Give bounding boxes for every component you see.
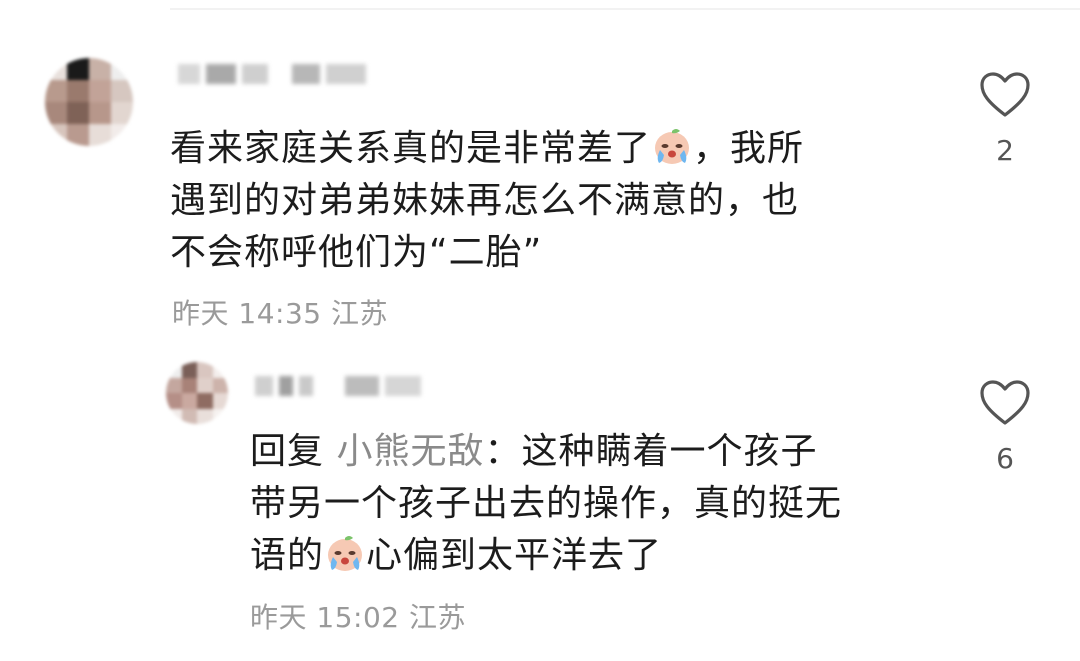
comment-text-line: ：这种瞒着一个孩子: [484, 431, 818, 472]
username-blurred[interactable]: [255, 374, 421, 398]
avatar[interactable]: [166, 362, 228, 424]
comment-text-line: 语的: [250, 535, 325, 576]
like-count: 6: [996, 442, 1014, 475]
comment-text: 看来家庭关系真的是非常差了 ，我所 遇到的对弟弟妹妹再怎么不满意的，也 不会称呼…: [170, 123, 930, 279]
comment-text-line: 遇到的对弟弟妹妹再怎么不满意的，也: [170, 180, 800, 221]
location: 江苏: [409, 601, 467, 634]
reply-text: 回复 小熊无敌：这种瞒着一个孩子 带另一个孩子出去的操作，真的挺无 语的 心偏到…: [250, 426, 950, 582]
heart-outline-icon: [980, 72, 1030, 117]
comment-text-line: 不会称呼他们为“二胎”: [170, 232, 543, 273]
timestamp: 昨天 15:02: [250, 601, 400, 634]
comment-text-line: 心偏到太平洋去了: [366, 535, 663, 576]
avatar[interactable]: [45, 58, 133, 146]
comment-meta: 昨天 15:02 江苏: [250, 596, 466, 636]
crying-peach-emoji: [652, 126, 692, 166]
comment-text-line: ，我所: [693, 128, 805, 169]
location: 江苏: [331, 297, 389, 330]
heart-outline-icon: [980, 380, 1030, 425]
comment-text-line: 看来家庭关系真的是非常差了: [170, 128, 652, 169]
crying-peach-emoji: [325, 533, 365, 573]
top-divider: [170, 8, 1080, 10]
comment-text-line: 带另一个孩子出去的操作，真的挺无: [250, 483, 843, 524]
like-button[interactable]: 6: [975, 378, 1035, 475]
reply-to-username[interactable]: 小熊无敌: [336, 431, 484, 472]
timestamp: 昨天 14:35: [172, 297, 322, 330]
reply-prefix: 回复: [250, 431, 325, 472]
like-count: 2: [996, 134, 1014, 167]
username-blurred[interactable]: [178, 62, 366, 86]
like-button[interactable]: 2: [975, 70, 1035, 167]
comment-meta: 昨天 14:35 江苏: [172, 292, 388, 332]
